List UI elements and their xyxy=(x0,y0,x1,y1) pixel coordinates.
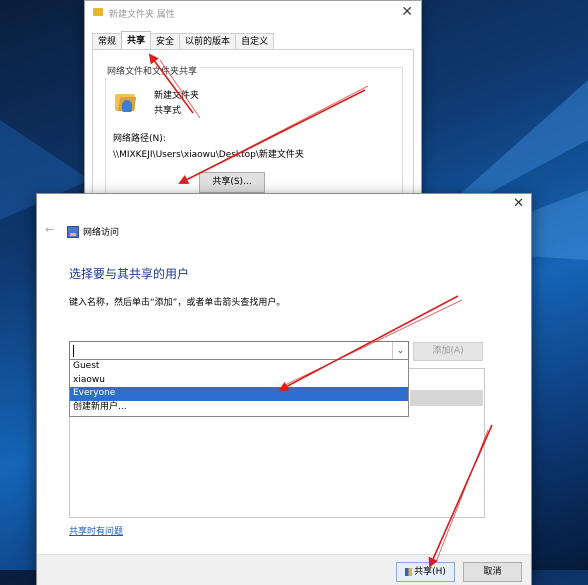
chevron-down-icon[interactable]: ⌄ xyxy=(392,342,408,360)
uac-shield-icon xyxy=(405,567,413,576)
dropdown-option-xiaowu[interactable]: xiaowu xyxy=(70,374,408,388)
tab-sharing[interactable]: 共享 xyxy=(121,31,152,50)
dropdown-option-guest[interactable]: Guest xyxy=(70,360,408,374)
sharing-help-link[interactable]: 共享时有问题 xyxy=(69,524,123,537)
tab-security[interactable]: 安全 xyxy=(150,33,181,50)
properties-titlebar: 新建文件夹 属性 ✕ xyxy=(85,1,421,25)
network-path-label: 网络路径(N): xyxy=(113,134,166,144)
dialog-instruction: 键入名称，然后单击“添加”，或者单击箭头查找用户。 xyxy=(69,298,286,308)
back-arrow-icon[interactable]: ← xyxy=(45,223,54,236)
cancel-button[interactable]: 取消 xyxy=(463,562,522,582)
group-title: 网络文件和文件夹共享 xyxy=(104,64,201,77)
network-path-value: \\MIXKEJI\Users\xiaowu\Desktop\新建文件夹 xyxy=(113,150,304,160)
user-name-combobox[interactable]: ⌄ xyxy=(69,341,409,361)
add-button[interactable]: 添加(A) xyxy=(413,342,483,361)
tab-general[interactable]: 常规 xyxy=(92,33,123,50)
confirm-share-button[interactable]: 共享(H) xyxy=(396,562,455,582)
user-dropdown-list[interactable]: Guest xiaowu Everyone 创建新用户... xyxy=(69,359,409,417)
close-icon[interactable]: ✕ xyxy=(401,4,413,20)
confirm-share-label: 共享(H) xyxy=(414,567,446,577)
network-access-dialog: ✕ ← 网络访问 选择要与其共享的用户 键入名称，然后单击“添加”，或者单击箭头… xyxy=(36,193,532,585)
tab-previous-versions[interactable]: 以前的版本 xyxy=(179,33,237,50)
network-icon xyxy=(67,226,79,238)
properties-title: 新建文件夹 属性 xyxy=(109,10,175,20)
shared-folder-icon xyxy=(115,91,139,115)
dialog-breadcrumb: 网络访问 xyxy=(83,228,120,238)
dialog-heading: 选择要与其共享的用户 xyxy=(69,267,190,281)
properties-tabs: 常规 共享 安全 以前的版本 自定义 xyxy=(92,31,275,50)
folder-name: 新建文件夹 xyxy=(154,91,200,101)
dropdown-option-everyone[interactable]: Everyone xyxy=(70,387,408,401)
folder-icon xyxy=(93,8,103,16)
close-icon[interactable]: ✕ xyxy=(513,196,524,211)
table-row[interactable] xyxy=(410,390,483,406)
share-button[interactable]: 共享(S)... xyxy=(199,172,265,193)
dropdown-option-create-new-user[interactable]: 创建新用户... xyxy=(70,401,408,415)
tab-customize[interactable]: 自定义 xyxy=(235,33,275,50)
text-caret xyxy=(73,345,74,357)
folder-share-state: 共享式 xyxy=(154,106,182,116)
properties-window: 新建文件夹 属性 ✕ 常规 共享 安全 以前的版本 自定义 网络文件和文件夹共享… xyxy=(84,0,422,202)
